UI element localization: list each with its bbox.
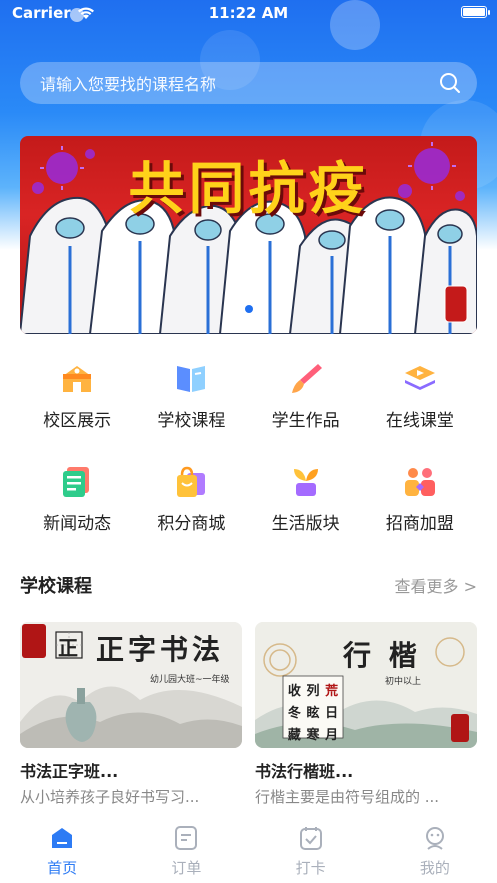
course-thumbnail: 正 正字书法 幼儿园大班~一年级 <box>20 622 242 748</box>
grid-char: 列 <box>306 684 320 699</box>
tab-home[interactable]: 首页 <box>0 815 124 883</box>
course-card[interactable]: 行 楷 初中以上 收 列 荒 冬 眩 日 藏 寒 月 书法行楷班... 行楷主要… <box>255 622 477 807</box>
grid-char: 荒 <box>325 684 339 699</box>
grid-char: 收 <box>287 684 301 699</box>
shortcut-label: 学生作品 <box>271 411 340 431</box>
tab-profile[interactable]: 我的 <box>373 815 497 883</box>
course-card[interactable]: 正 正字书法 幼儿园大班~一年级 书法正字班... 从小培养孩子良好书写习... <box>20 622 242 807</box>
battery-icon <box>461 6 490 18</box>
tab-checkin[interactable]: 打卡 <box>249 815 373 883</box>
checkin-icon <box>299 827 322 850</box>
tab-bar: 首页 订单 打卡 我的 <box>0 815 497 883</box>
shortcut-label: 招商加盟 <box>385 514 454 534</box>
grid-char: 月 <box>325 728 339 743</box>
shortcut-campus[interactable]: 校区展示 <box>20 350 134 431</box>
carousel-indicator <box>20 305 477 313</box>
clock: 11:22 AM <box>208 4 289 22</box>
search-input[interactable]: 请输入您要找的课程名称 <box>40 71 439 95</box>
search-icon[interactable] <box>439 72 461 94</box>
grid-char: 日 <box>325 706 339 721</box>
shortcut-points-mall[interactable]: 积分商城 <box>134 453 248 534</box>
order-icon <box>175 826 198 850</box>
shortcut-courses[interactable]: 学校课程 <box>134 350 248 431</box>
course-description: 从小培养孩子良好书写习... <box>20 788 200 806</box>
carousel-dot[interactable] <box>260 306 268 313</box>
partners-icon <box>404 468 435 496</box>
tab-label: 订单 <box>171 859 202 877</box>
shopping-bag-icon <box>177 466 206 497</box>
shortcut-news[interactable]: 新闻动态 <box>20 453 134 534</box>
tab-label: 首页 <box>47 859 78 877</box>
shortcut-life[interactable]: 生活版块 <box>249 453 363 534</box>
banner-title: 共同抗疫 <box>128 157 369 222</box>
carousel-dot[interactable] <box>229 306 237 313</box>
shortcut-grid: 校区展示 学校课程 学生作品 在线课堂 新闻动态 积分商城 生活版块 招商加盟 <box>20 350 477 534</box>
shortcut-student-works[interactable]: 学生作品 <box>249 350 363 431</box>
grid-char: 眩 <box>306 706 320 721</box>
search-bar[interactable]: 请输入您要找的课程名称 <box>20 62 477 104</box>
shortcut-label: 学校课程 <box>157 411 226 431</box>
status-bar: Carrier 11:22 AM <box>0 0 497 26</box>
course-title: 书法正字班... <box>20 762 119 781</box>
tab-orders[interactable]: 订单 <box>124 815 248 883</box>
grid-char: 冬 <box>287 706 301 721</box>
news-icon <box>63 467 90 497</box>
tab-label: 打卡 <box>295 859 326 877</box>
tab-label: 我的 <box>419 859 450 877</box>
carousel-dot-active[interactable] <box>244 305 253 313</box>
shortcut-franchise[interactable]: 招商加盟 <box>363 453 477 534</box>
shortcut-label: 在线课堂 <box>385 411 454 431</box>
book-icon <box>177 366 206 392</box>
battery-level <box>463 8 485 16</box>
campus-icon <box>63 366 92 392</box>
grid-char: 寒 <box>306 728 320 743</box>
thumbnail-heading: 正字书法 <box>96 633 225 666</box>
thumbnail-tag: 幼儿园大班~一年级 <box>150 675 230 685</box>
view-more-link[interactable]: 查看更多 > <box>395 573 478 597</box>
sprout-icon <box>293 469 318 496</box>
thumbnail-tag: 初中以上 <box>385 677 422 687</box>
home-icon <box>52 828 73 848</box>
profile-icon <box>425 827 444 850</box>
course-thumbnail: 行 楷 初中以上 收 列 荒 冬 眩 日 藏 寒 月 <box>255 622 477 748</box>
layers-play-icon <box>404 366 435 390</box>
thumbnail-heading: 行 楷 <box>343 639 421 672</box>
shortcut-online-class[interactable]: 在线课堂 <box>363 350 477 431</box>
shortcut-label: 生活版块 <box>271 514 340 534</box>
section-title: 学校课程 <box>20 576 92 597</box>
shortcut-label: 校区展示 <box>43 411 112 431</box>
shortcut-label: 积分商城 <box>157 514 226 534</box>
brush-icon <box>291 364 322 393</box>
character-grid: 收 列 荒 冬 眩 日 藏 寒 月 <box>285 680 341 743</box>
shortcut-label: 新闻动态 <box>43 514 112 534</box>
thumbnail-char: 正 <box>58 636 82 660</box>
course-description: 行楷主要是由符号组成的 ... <box>255 788 440 806</box>
course-title: 书法行楷班... <box>255 762 354 781</box>
promo-banner[interactable]: 共同抗疫 <box>20 136 477 334</box>
grid-char: 藏 <box>287 728 301 743</box>
